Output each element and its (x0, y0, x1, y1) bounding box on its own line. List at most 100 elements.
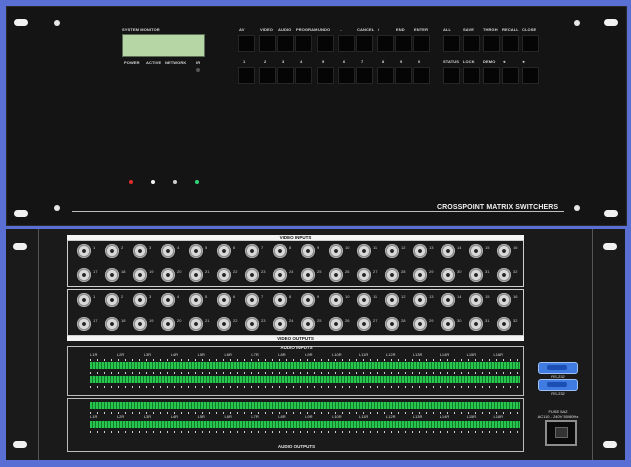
video-output-bnc-connector[interactable] (105, 317, 119, 331)
video-output-connector-number: 16 (513, 294, 518, 299)
video-input-bnc-connector[interactable] (413, 268, 427, 282)
function-key[interactable] (259, 35, 276, 52)
function-key[interactable] (395, 35, 412, 52)
function-key-label: ← (339, 27, 344, 32)
video-input-bnc-connector[interactable] (77, 268, 91, 282)
function-key[interactable] (338, 35, 355, 52)
video-output-bnc-connector[interactable] (273, 293, 287, 307)
function-key[interactable] (356, 35, 373, 52)
video-input-bnc-connector[interactable] (441, 244, 455, 258)
function-key[interactable] (277, 35, 294, 52)
function-key[interactable] (413, 35, 430, 52)
function-key[interactable] (377, 35, 394, 52)
video-output-bnc-connector[interactable] (469, 317, 483, 331)
video-output-bnc-connector[interactable] (133, 293, 147, 307)
number-key[interactable] (238, 67, 255, 84)
video-input-bnc-connector[interactable] (133, 268, 147, 282)
number-key[interactable] (413, 67, 430, 84)
video-output-bnc-connector[interactable] (77, 293, 91, 307)
video-input-bnc-connector[interactable] (469, 244, 483, 258)
video-input-bnc-connector[interactable] (357, 244, 371, 258)
number-key[interactable] (317, 67, 334, 84)
control-key[interactable] (502, 35, 519, 52)
function-key[interactable] (238, 35, 255, 52)
video-input-bnc-connector[interactable] (189, 268, 203, 282)
video-output-bnc-connector[interactable] (385, 317, 399, 331)
control-key[interactable] (522, 67, 539, 84)
video-output-bnc-connector[interactable] (245, 293, 259, 307)
video-input-bnc-connector[interactable] (217, 244, 231, 258)
control-key[interactable] (443, 67, 460, 84)
video-output-bnc-connector[interactable] (385, 293, 399, 307)
number-key[interactable] (377, 67, 394, 84)
video-output-bnc-connector[interactable] (273, 317, 287, 331)
control-key[interactable] (522, 35, 539, 52)
video-output-bnc-connector[interactable] (497, 293, 511, 307)
video-output-bnc-connector[interactable] (497, 317, 511, 331)
video-input-bnc-connector[interactable] (413, 244, 427, 258)
video-input-bnc-connector[interactable] (329, 244, 343, 258)
video-output-bnc-connector[interactable] (77, 317, 91, 331)
video-input-bnc-connector[interactable] (301, 268, 315, 282)
video-input-bnc-connector[interactable] (273, 268, 287, 282)
video-input-bnc-connector[interactable] (329, 268, 343, 282)
video-input-bnc-connector[interactable] (245, 244, 259, 258)
video-output-bnc-connector[interactable] (161, 293, 175, 307)
video-output-bnc-connector[interactable] (357, 317, 371, 331)
video-output-bnc-connector[interactable] (105, 293, 119, 307)
function-key[interactable] (317, 35, 334, 52)
video-output-bnc-connector[interactable] (329, 293, 343, 307)
video-input-bnc-connector[interactable] (105, 268, 119, 282)
video-input-bnc-connector[interactable] (189, 244, 203, 258)
video-output-bnc-connector[interactable] (301, 293, 315, 307)
control-key[interactable] (502, 67, 519, 84)
video-input-bnc-connector[interactable] (105, 244, 119, 258)
function-key-label: CANCEL (357, 27, 375, 32)
video-input-bnc-connector[interactable] (441, 268, 455, 282)
video-input-bnc-connector[interactable] (161, 268, 175, 282)
video-output-bnc-connector[interactable] (441, 293, 455, 307)
video-output-bnc-connector[interactable] (189, 317, 203, 331)
video-input-bnc-connector[interactable] (357, 268, 371, 282)
video-input-bnc-connector[interactable] (161, 244, 175, 258)
video-input-bnc-connector[interactable] (301, 244, 315, 258)
video-output-bnc-connector[interactable] (357, 293, 371, 307)
control-key[interactable] (463, 67, 480, 84)
video-input-bnc-connector[interactable] (77, 244, 91, 258)
video-input-bnc-connector[interactable] (133, 244, 147, 258)
number-key-label: 5 (322, 59, 325, 64)
number-key[interactable] (259, 67, 276, 84)
video-output-bnc-connector[interactable] (217, 317, 231, 331)
control-key[interactable] (463, 35, 480, 52)
video-input-bnc-connector[interactable] (385, 244, 399, 258)
video-output-bnc-connector[interactable] (413, 317, 427, 331)
number-key[interactable] (277, 67, 294, 84)
video-output-bnc-connector[interactable] (301, 317, 315, 331)
video-output-bnc-connector[interactable] (189, 293, 203, 307)
control-key[interactable] (483, 35, 500, 52)
function-key[interactable] (295, 35, 312, 52)
rack-ear-hole (603, 441, 617, 448)
video-output-bnc-connector[interactable] (161, 317, 175, 331)
video-input-bnc-connector[interactable] (385, 268, 399, 282)
video-output-bnc-connector[interactable] (441, 317, 455, 331)
video-input-bnc-connector[interactable] (273, 244, 287, 258)
video-input-bnc-connector[interactable] (217, 268, 231, 282)
video-input-bnc-connector[interactable] (245, 268, 259, 282)
video-output-bnc-connector[interactable] (469, 293, 483, 307)
video-output-bnc-connector[interactable] (217, 293, 231, 307)
control-key[interactable] (483, 67, 500, 84)
video-input-bnc-connector[interactable] (469, 268, 483, 282)
video-output-bnc-connector[interactable] (329, 317, 343, 331)
video-output-bnc-connector[interactable] (133, 317, 147, 331)
number-key[interactable] (395, 67, 412, 84)
number-key[interactable] (356, 67, 373, 84)
number-key[interactable] (295, 67, 312, 84)
video-output-bnc-connector[interactable] (413, 293, 427, 307)
number-key[interactable] (338, 67, 355, 84)
video-input-bnc-connector[interactable] (497, 244, 511, 258)
video-output-bnc-connector[interactable] (245, 317, 259, 331)
control-key[interactable] (443, 35, 460, 52)
audio-input-channel-label: L16R (493, 352, 504, 357)
video-input-bnc-connector[interactable] (497, 268, 511, 282)
